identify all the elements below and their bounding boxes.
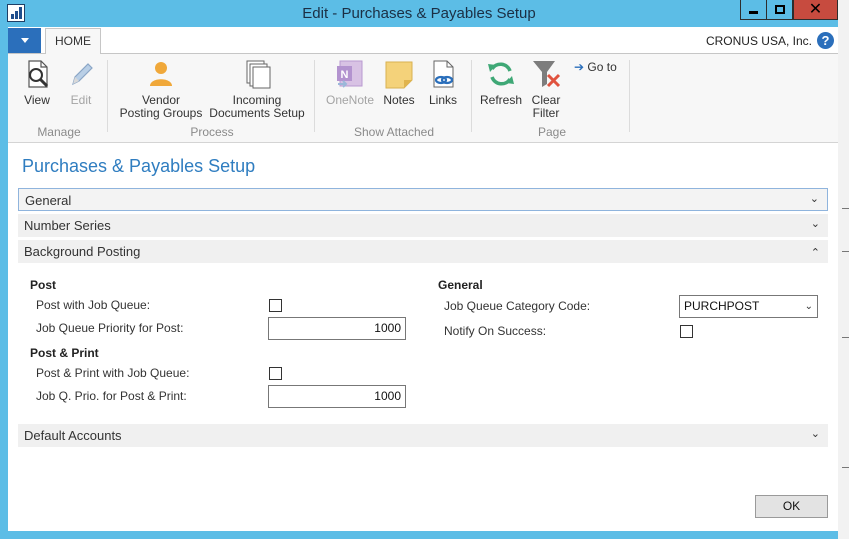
section-post-print-header: Post & Print xyxy=(30,346,99,360)
view-label: View xyxy=(24,93,50,107)
link-icon xyxy=(427,58,459,90)
ribbon-separator xyxy=(314,60,315,132)
title-bar[interactable]: Edit - Purchases & Payables Setup ✕ xyxy=(0,0,838,27)
window-client: HOME CRONUS USA, Inc. ? View Edit Manage… xyxy=(8,27,838,531)
ribbon-separator xyxy=(107,60,108,132)
view-icon xyxy=(21,58,53,90)
ribbon-separator xyxy=(629,60,630,132)
chevron-down-icon: ⌄ xyxy=(809,193,819,205)
post-print-job-queue-checkbox[interactable] xyxy=(269,367,282,380)
clear-filter-label-2: Filter xyxy=(532,106,560,120)
group-process: Process xyxy=(190,125,234,139)
clear-filter-button[interactable]: Clear Filter xyxy=(526,58,566,120)
job-queue-priority-label: Job Queue Priority for Post: xyxy=(36,321,184,335)
fasttab-number-series-label: Number Series xyxy=(24,218,111,233)
onenote-label: OneNote xyxy=(325,93,375,107)
group-page: Page xyxy=(537,125,567,139)
ok-button[interactable]: OK xyxy=(755,495,828,518)
tab-home[interactable]: HOME xyxy=(45,28,101,55)
fasttab-default-accounts[interactable]: Default Accounts ⌄ xyxy=(18,424,828,447)
pencil-icon xyxy=(65,58,97,90)
go-to-button[interactable]: ➔ Go to xyxy=(574,60,617,74)
vendor-posting-groups-button[interactable]: Vendor Posting Groups xyxy=(114,58,208,120)
help-icon[interactable]: ? xyxy=(817,32,834,49)
fasttab-default-accounts-label: Default Accounts xyxy=(24,428,122,443)
job-queue-category-code-label: Job Queue Category Code: xyxy=(444,299,591,313)
ribbon-tab-row: HOME CRONUS USA, Inc. ? xyxy=(8,27,838,55)
vendor-posting-groups-label-2: Posting Groups xyxy=(119,106,203,120)
sticky-note-icon xyxy=(383,58,415,90)
group-manage: Manage xyxy=(37,125,81,139)
refresh-icon xyxy=(485,58,517,90)
chevron-down-icon: ⌄ xyxy=(810,428,820,440)
documents-icon xyxy=(241,58,273,90)
chevron-up-icon: ⌃ xyxy=(810,247,820,259)
chevron-down-icon: ⌄ xyxy=(804,301,813,312)
background-window-edge xyxy=(838,0,849,539)
fasttab-background-posting-label: Background Posting xyxy=(24,244,141,259)
incoming-documents-setup-button[interactable]: Incoming Documents Setup xyxy=(208,58,306,120)
notify-on-success-checkbox[interactable] xyxy=(680,325,693,338)
minimize-icon xyxy=(749,11,758,14)
section-general-header: General xyxy=(438,278,483,292)
links-button[interactable]: Links xyxy=(424,58,462,107)
fasttab-background-posting[interactable]: Background Posting ⌃ xyxy=(18,240,828,263)
fasttab-general-label: General xyxy=(25,193,72,208)
section-post-header: Post xyxy=(30,278,57,292)
page-title: Purchases & Payables Setup xyxy=(22,156,256,176)
maximize-button[interactable] xyxy=(766,0,793,20)
post-with-job-queue-label: Post with Job Queue: xyxy=(36,298,151,312)
notes-label: Notes xyxy=(383,93,415,107)
edit-label: Edit xyxy=(70,93,92,107)
go-to-label: Go to xyxy=(587,60,617,74)
maximize-icon xyxy=(774,5,785,14)
arrow-right-icon: ➔ xyxy=(574,60,585,74)
view-button[interactable]: View xyxy=(20,58,54,107)
onenote-icon: N xyxy=(334,58,366,90)
chevron-down-icon: ⌄ xyxy=(810,218,820,230)
chevron-down-icon xyxy=(20,38,29,43)
person-icon xyxy=(145,58,177,90)
post-print-job-queue-label: Post & Print with Job Queue: xyxy=(36,366,190,380)
svg-text:N: N xyxy=(341,69,349,81)
setup-window: Edit - Purchases & Payables Setup ✕ HOME… xyxy=(0,0,838,539)
group-show-attached: Show Attached xyxy=(353,125,435,139)
fasttab-number-series[interactable]: Number Series ⌄ xyxy=(18,214,828,237)
job-q-prio-post-print-label: Job Q. Prio. for Post & Print: xyxy=(36,389,187,403)
notes-button[interactable]: Notes xyxy=(380,58,418,107)
job-q-prio-post-print-input[interactable]: 1000 xyxy=(268,385,406,408)
close-button[interactable]: ✕ xyxy=(793,0,838,20)
ribbon-separator xyxy=(471,60,472,132)
fasttab-general[interactable]: General ⌄ xyxy=(18,188,828,211)
incoming-documents-setup-label-2: Documents Setup xyxy=(209,106,305,120)
onenote-button[interactable]: N OneNote xyxy=(322,58,378,107)
job-queue-category-code-select[interactable]: PURCHPOST ⌄ xyxy=(679,295,818,318)
links-label: Links xyxy=(428,93,457,107)
notify-on-success-label: Notify On Success: xyxy=(444,324,547,338)
company-name[interactable]: CRONUS USA, Inc. xyxy=(706,34,812,48)
close-icon: ✕ xyxy=(808,0,823,18)
refresh-label: Refresh xyxy=(479,93,523,107)
edit-button[interactable]: Edit xyxy=(64,58,98,107)
clear-filter-icon xyxy=(530,58,562,90)
job-queue-category-code-value: PURCHPOST xyxy=(684,299,760,313)
window-title: Edit - Purchases & Payables Setup xyxy=(302,5,536,22)
post-with-job-queue-checkbox[interactable] xyxy=(269,299,282,312)
application-menu-button[interactable] xyxy=(8,28,41,53)
job-queue-priority-input[interactable]: 1000 xyxy=(268,317,406,340)
ribbon: View Edit Manage Vendor Posting Groups I… xyxy=(8,54,838,143)
refresh-button[interactable]: Refresh xyxy=(478,58,524,107)
minimize-button[interactable] xyxy=(740,0,767,20)
